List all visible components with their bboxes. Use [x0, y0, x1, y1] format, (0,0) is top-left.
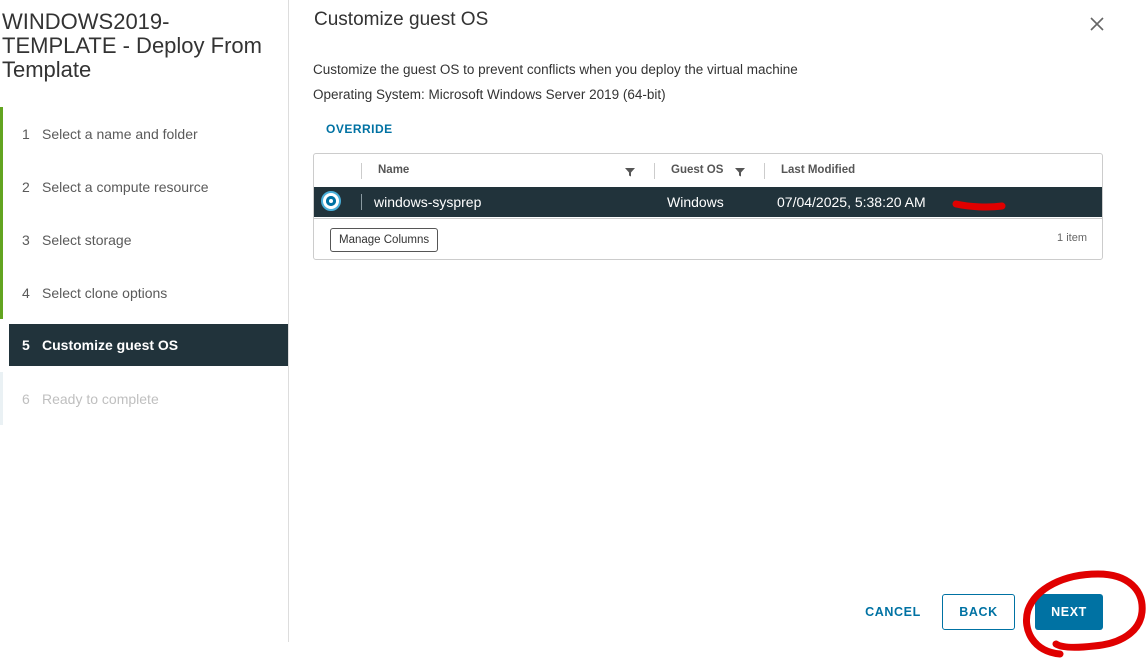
wizard-title: WINDOWS2019-TEMPLATE - Deploy From Templ…	[2, 9, 262, 82]
column-header-name[interactable]: Name	[378, 164, 409, 176]
step-number: 6	[22, 390, 30, 407]
step-number: 2	[22, 178, 30, 195]
override-link[interactable]: OVERRIDE	[326, 122, 393, 136]
cell-name: windows-sysprep	[374, 194, 482, 210]
radio-selected-icon[interactable]	[321, 191, 341, 211]
grid-footer: Manage Columns 1 item	[314, 218, 1102, 259]
back-button[interactable]: BACK	[942, 594, 1015, 630]
wizard-content: Customize guest OS Customize the guest O…	[313, 0, 1133, 660]
step-label: Ready to complete	[42, 390, 159, 407]
column-separator	[361, 194, 362, 210]
step-select-compute-resource[interactable]: 2 Select a compute resource	[0, 160, 288, 213]
wizard-sidebar: WINDOWS2019-TEMPLATE - Deploy From Templ…	[0, 0, 289, 642]
step-number: 3	[22, 231, 30, 248]
item-count: 1 item	[1057, 232, 1087, 244]
filter-icon[interactable]	[624, 166, 636, 178]
step-select-name-folder[interactable]: 1 Select a name and folder	[0, 107, 288, 160]
filter-icon[interactable]	[734, 166, 746, 178]
column-header-guest-os[interactable]: Guest OS	[671, 164, 723, 176]
step-number: 5	[22, 337, 30, 353]
grid-header: Name Guest OS Last Modified	[314, 154, 1102, 187]
cell-guest-os: Windows	[667, 194, 724, 210]
step-label: Select storage	[42, 231, 132, 248]
column-separator	[361, 163, 362, 179]
step-label: Customize guest OS	[42, 337, 179, 353]
table-row[interactable]: windows-sysprep Windows 07/04/2025, 5:38…	[314, 187, 1102, 217]
step-label: Select a name and folder	[42, 125, 198, 142]
cell-last-modified: 07/04/2025, 5:38:20 AM	[777, 194, 926, 210]
wizard-steps: 1 Select a name and folder 2 Select a co…	[0, 107, 288, 425]
step-number: 1	[22, 125, 30, 142]
column-header-last-modified[interactable]: Last Modified	[781, 164, 855, 176]
column-separator	[764, 163, 765, 179]
customization-spec-grid: Name Guest OS Last Modified windows-sysp…	[313, 153, 1103, 260]
step-label: Select a compute resource	[42, 178, 209, 195]
step-select-clone-options[interactable]: 4 Select clone options	[0, 266, 288, 319]
column-separator	[654, 163, 655, 179]
close-icon[interactable]	[1088, 15, 1106, 33]
page-title: Customize guest OS	[314, 9, 489, 30]
page-description: Customize the guest OS to prevent confli…	[313, 62, 798, 77]
step-customize-guest-os[interactable]: 5 Customize guest OS	[6, 324, 288, 366]
step-number: 4	[22, 284, 30, 301]
cancel-button[interactable]: CANCEL	[864, 594, 922, 630]
next-button[interactable]: NEXT	[1035, 594, 1103, 630]
step-label: Select clone options	[42, 284, 168, 301]
step-ready-to-complete: 6 Ready to complete	[0, 372, 288, 425]
step-select-storage[interactable]: 3 Select storage	[0, 213, 288, 266]
operating-system-info: Operating System: Microsoft Windows Serv…	[313, 87, 666, 102]
manage-columns-button[interactable]: Manage Columns	[330, 228, 439, 252]
